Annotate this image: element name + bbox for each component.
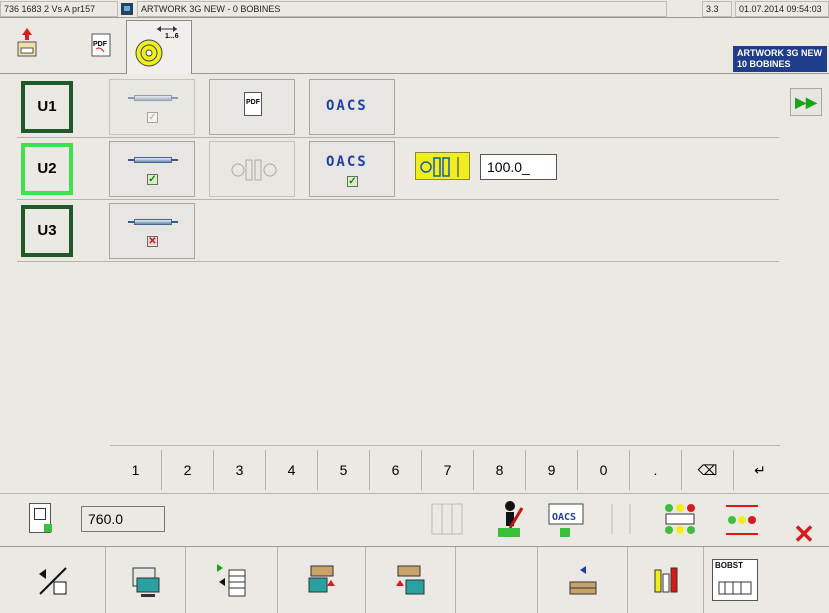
transfer-icon — [38, 566, 67, 595]
length-input[interactable]: 760.0 — [81, 506, 165, 532]
pdf-icon: PDF — [91, 33, 111, 57]
machine-info: 736 1683 2 Vs A pr157 — [0, 1, 118, 17]
oacs-logo: OACS — [326, 154, 368, 170]
key-dot[interactable]: . — [630, 450, 682, 490]
download-icon — [395, 565, 424, 594]
table-icon — [216, 563, 245, 596]
nav-table-button[interactable] — [186, 547, 278, 613]
bobst-machine-icon — [718, 581, 752, 595]
tab-unwind[interactable]: 1...6 — [126, 20, 192, 74]
operator-oacs-button[interactable] — [490, 498, 530, 540]
oacs-counter-icon: OACS — [548, 503, 584, 537]
sequence-icon — [665, 504, 695, 534]
svg-text:OACS: OACS — [552, 512, 576, 523]
title-bar: 736 1683 2 Vs A pr157 ARTWORK 3G NEW - 0… — [0, 0, 829, 18]
machine-icon — [569, 565, 596, 594]
bottom-toolbar: 760.0 OACS ✕ — [0, 493, 829, 549]
format-length-icon — [29, 503, 52, 533]
bottom-navigation: BOBST — [0, 546, 829, 613]
oacs-counter-button[interactable]: OACS — [546, 498, 586, 540]
key-4[interactable]: 4 — [266, 450, 318, 490]
unwind-tab-label: 1...6 — [165, 33, 179, 40]
job-label-line2: 10 BOBINES — [737, 59, 791, 69]
key-enter[interactable]: ↵ — [734, 450, 786, 490]
nav-upload-button[interactable] — [278, 547, 366, 613]
check-error-icon: ✕ — [147, 236, 158, 247]
key-3[interactable]: 3 — [214, 450, 266, 490]
unit-button-u3[interactable]: U3 — [21, 205, 73, 257]
u2-oacs-button[interactable]: OACS ✓ — [309, 141, 395, 197]
numeric-keypad: 1 2 3 4 5 6 7 8 9 0 . ⌫ ↵ — [110, 445, 780, 493]
unit-button-u1[interactable]: U1 — [21, 81, 73, 133]
unit-button-u2[interactable]: U2 — [21, 143, 73, 195]
check-ok-icon: ✓ — [147, 174, 158, 185]
nav-machine-button[interactable] — [538, 547, 628, 613]
archive-button[interactable] — [8, 22, 44, 70]
sleeve-icon — [128, 156, 178, 164]
u1-sleeve-button[interactable]: ✓ — [109, 79, 195, 135]
key-9[interactable]: 9 — [526, 450, 578, 490]
next-page-button[interactable]: ▶▶ — [790, 88, 822, 116]
bobst-logo-button[interactable]: BOBST — [712, 559, 758, 601]
job-title: ARTWORK 3G NEW - 0 BOBINES — [137, 1, 667, 17]
key-7[interactable]: 7 — [422, 450, 474, 490]
unwind-reel-icon — [135, 26, 177, 67]
unit-row-u1: U1 ✓ PDF OACS — [17, 76, 779, 138]
sleeve-icon — [128, 94, 178, 102]
archive-icon — [17, 28, 37, 57]
svg-text:PDF: PDF — [93, 41, 108, 48]
u1-pdf-button[interactable]: PDF — [209, 79, 295, 135]
version-label: 3.3 — [702, 1, 732, 17]
tension-input[interactable]: 100.0_ — [480, 154, 557, 180]
nav-transfer-button[interactable] — [0, 547, 106, 613]
pdf-button[interactable]: PDF — [84, 22, 120, 70]
key-8[interactable]: 8 — [474, 450, 526, 490]
check-ok-icon: ✓ — [347, 176, 358, 187]
upload-icon — [308, 565, 335, 592]
unit-row-u3: U3 ✕ — [17, 200, 779, 262]
pdf-icon: PDF — [244, 92, 262, 116]
u1-oacs-button[interactable]: OACS — [309, 79, 395, 135]
sequence-button[interactable] — [660, 498, 700, 540]
check-icon: ✓ — [147, 112, 158, 123]
app-icon — [121, 3, 133, 15]
register-icon — [726, 505, 758, 535]
datetime-label: 01.07.2014 09:54:03 — [735, 1, 829, 17]
key-backspace[interactable]: ⌫ — [682, 450, 734, 490]
top-toolbar: PDF 1...6 ARTWORK 3G NEW 10 BOBINES — [0, 18, 829, 74]
sleeve-icon — [128, 218, 178, 226]
u2-sleeve-button[interactable]: ✓ — [109, 141, 195, 197]
operator-pen-icon — [498, 501, 524, 537]
u3-sleeve-button[interactable]: ✕ — [109, 203, 195, 259]
register-button[interactable] — [722, 498, 762, 540]
nav-monitor-button[interactable] — [106, 547, 186, 613]
unit-row-u2: U2 ✓ OACS ✓ — [17, 138, 779, 200]
split-icon — [611, 504, 631, 534]
job-label-line1: ARTWORK 3G NEW — [737, 48, 822, 58]
key-5[interactable]: 5 — [318, 450, 370, 490]
key-1[interactable]: 1 — [110, 450, 162, 490]
nav-download-button[interactable] — [366, 547, 456, 613]
tension-highlight-icon[interactable] — [415, 152, 470, 180]
u2-tension-button[interactable] — [209, 141, 295, 197]
grid-layout-button[interactable] — [428, 498, 468, 540]
grid-layout-icon — [431, 503, 463, 535]
key-6[interactable]: 6 — [370, 450, 422, 490]
key-2[interactable]: 2 — [162, 450, 214, 490]
nav-tools-button[interactable] — [628, 547, 704, 613]
tools-icon — [654, 567, 677, 592]
tension-reel-icon — [231, 159, 277, 181]
monitor-icon — [132, 567, 159, 597]
split-oacs-button[interactable] — [602, 498, 642, 540]
key-0[interactable]: 0 — [578, 450, 630, 490]
job-label: ARTWORK 3G NEW 10 BOBINES — [733, 46, 827, 72]
oacs-logo: OACS — [326, 98, 368, 114]
nav-blank-button[interactable] — [456, 547, 538, 613]
